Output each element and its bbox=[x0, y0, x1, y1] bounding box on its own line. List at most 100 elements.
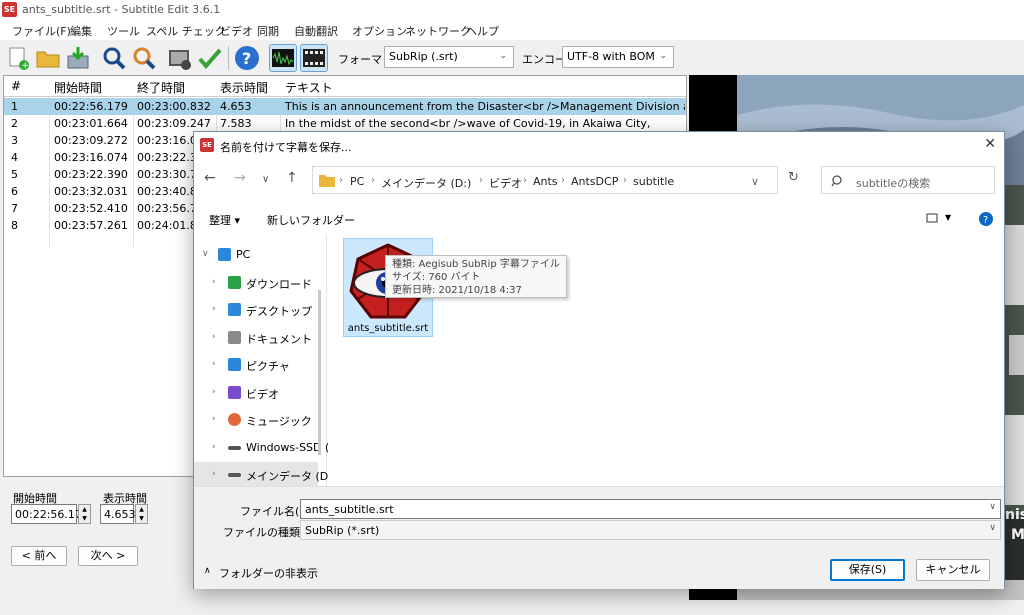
chevron-down-icon[interactable]: ∨ bbox=[751, 175, 759, 188]
sidebar-item[interactable]: ∨ PC bbox=[194, 242, 318, 268]
breadcrumb-item[interactable]: subtitle bbox=[633, 175, 674, 188]
chevron-up-icon[interactable]: ∧ bbox=[204, 566, 211, 576]
filename-input[interactable]: ants_subtitle.srt ∨ bbox=[300, 499, 1001, 519]
row-start-time: 00:23:52.410 bbox=[54, 202, 128, 215]
menu-spellcheck[interactable]: スペル チェック bbox=[146, 23, 226, 39]
help-icon[interactable]: ? bbox=[979, 212, 993, 226]
refresh-icon[interactable]: ↻ bbox=[788, 170, 799, 185]
sidebar-item[interactable]: › ビデオ bbox=[194, 380, 318, 406]
forward-arrow-icon[interactable]: → bbox=[234, 170, 246, 186]
recent-locations-chevron-icon[interactable]: ∨ bbox=[262, 174, 269, 185]
sidebar-item[interactable]: › デスクトップ bbox=[194, 297, 318, 323]
column-header-duration[interactable]: 表示時間 bbox=[220, 79, 268, 96]
chevron-right-icon[interactable]: › bbox=[212, 387, 216, 397]
start-time-input[interactable]: 00:22:56.179 bbox=[11, 504, 89, 524]
caption-fragment: M bbox=[1011, 527, 1024, 543]
sidebar-item[interactable]: › ドキュメント bbox=[194, 325, 318, 351]
breadcrumb-item[interactable]: ビデオ bbox=[489, 175, 522, 191]
file-list[interactable]: ants_subtitle.srt 種類: Aegisub SubRip 字幕フ… bbox=[328, 234, 1004, 486]
document-icon bbox=[228, 330, 241, 344]
row-start-time: 00:22:56.179 bbox=[54, 100, 128, 113]
row-end-time: 00:23:09.247 bbox=[137, 117, 211, 130]
new-file-icon[interactable]: + bbox=[4, 44, 32, 72]
sidebar-item[interactable]: › ダウンロード bbox=[194, 270, 318, 296]
search-input[interactable]: subtitleの検索 bbox=[821, 166, 995, 194]
menu-network[interactable]: ネットワーク bbox=[405, 23, 471, 39]
grid-header: # 開始時間 終了時間 表示時間 テキスト bbox=[4, 76, 686, 97]
replace-icon[interactable] bbox=[130, 44, 158, 72]
subtitle-row[interactable]: 2 00:23:01.664 00:23:09.247 7.583 In the mid… bbox=[4, 115, 686, 132]
toolbar-separator bbox=[228, 46, 229, 70]
next-button[interactable]: 次へ > bbox=[78, 546, 138, 566]
menu-help[interactable]: ヘルプ bbox=[466, 23, 499, 39]
sidebar-item[interactable]: › Windows-SSD ( bbox=[194, 435, 329, 461]
chevron-right-icon[interactable]: › bbox=[212, 414, 216, 424]
row-number: 5 bbox=[11, 168, 18, 181]
folder-icon bbox=[319, 175, 335, 187]
chevron-down-icon[interactable]: ▼ bbox=[945, 213, 951, 222]
cancel-button[interactable]: キャンセル bbox=[916, 559, 990, 581]
chevron-right-icon[interactable]: › bbox=[212, 277, 216, 287]
previous-button[interactable]: < 前へ bbox=[11, 546, 67, 566]
chevron-right-icon[interactable]: › bbox=[212, 304, 216, 314]
sidebar-scrollbar[interactable] bbox=[318, 290, 321, 455]
duration-input[interactable]: 4.653 bbox=[100, 504, 136, 524]
duration-spinner[interactable]: ▲ ▼ bbox=[135, 504, 148, 524]
chevron-down-icon[interactable]: ∨ bbox=[202, 249, 209, 259]
row-start-time: 00:23:16.074 bbox=[54, 151, 128, 164]
up-arrow-icon[interactable]: ↑ bbox=[286, 170, 298, 186]
new-folder-button[interactable]: 新しいフォルダー bbox=[267, 212, 355, 228]
organize-button[interactable]: 整理 ▾ bbox=[209, 212, 240, 228]
column-header-text[interactable]: テキスト bbox=[285, 79, 333, 96]
row-number: 8 bbox=[11, 219, 18, 232]
sidebar-item[interactable]: › ミュージック bbox=[194, 407, 318, 433]
toolbar: + ? フォーマット SubRip (.srt) ⌄ エンコード UTF-8 w… bbox=[0, 40, 1024, 74]
filetype-select[interactable]: SubRip (*.srt) ∨ bbox=[300, 520, 1001, 540]
back-arrow-icon[interactable]: ← bbox=[204, 170, 216, 186]
menu-auto-translate[interactable]: 自動翻訳 bbox=[294, 23, 338, 39]
row-end-time: 00:23:30.76 bbox=[137, 168, 197, 181]
breadcrumb-item[interactable]: Ants bbox=[533, 175, 558, 188]
spellcheck-icon[interactable] bbox=[196, 44, 224, 72]
menu-options[interactable]: オプション bbox=[352, 23, 407, 39]
save-button[interactable]: 保存(S) bbox=[830, 559, 905, 581]
save-icon[interactable] bbox=[64, 44, 92, 72]
row-end-time: 00:23:56.74 bbox=[137, 202, 197, 215]
start-time-spinner[interactable]: ▲ ▼ bbox=[78, 504, 91, 524]
menu-tools[interactable]: ツール bbox=[107, 23, 140, 39]
column-header-end[interactable]: 終了時間 bbox=[137, 79, 185, 96]
chevron-right-icon[interactable]: › bbox=[212, 359, 216, 369]
open-video-icon[interactable] bbox=[166, 44, 194, 72]
breadcrumb-item[interactable]: PC bbox=[350, 175, 364, 188]
sidebar-item[interactable]: › メインデータ (D:) bbox=[194, 462, 336, 488]
menu-file[interactable]: ファイル(F) bbox=[12, 23, 71, 39]
sidebar-item[interactable]: › ピクチャ bbox=[194, 352, 318, 378]
menu-video[interactable]: ビデオ bbox=[220, 23, 253, 39]
waveform-icon[interactable] bbox=[269, 44, 297, 72]
format-select[interactable]: SubRip (.srt) ⌄ bbox=[384, 46, 514, 68]
view-options-icon[interactable] bbox=[926, 213, 938, 224]
find-icon[interactable] bbox=[100, 44, 128, 72]
row-number: 2 bbox=[11, 117, 18, 130]
chevron-right-icon[interactable]: › bbox=[212, 332, 216, 342]
address-bar[interactable]: › PC › メインデータ (D:) › ビデオ › Ants › AntsDC… bbox=[312, 166, 778, 194]
video-player-icon[interactable] bbox=[300, 44, 328, 72]
close-icon[interactable]: ✕ bbox=[984, 136, 996, 152]
menu-edit[interactable]: 編集 bbox=[70, 23, 92, 39]
drive-icon bbox=[228, 445, 241, 450]
encoding-select[interactable]: UTF-8 with BOM ⌄ bbox=[562, 46, 674, 68]
breadcrumb-item[interactable]: メインデータ (D:) bbox=[381, 175, 471, 191]
navigation-pane[interactable]: ∨ PC › ダウンロード › デスクトップ › ドキュメント › ピクチャ › ビデオ › ミュージック… bbox=[194, 234, 336, 488]
column-header-number[interactable]: # bbox=[11, 79, 21, 93]
subtitle-row[interactable]: 1 00:22:56.179 00:23:00.832 4.653 This is an… bbox=[4, 98, 686, 115]
hide-folders-button[interactable]: フォルダーの非表示 bbox=[219, 565, 318, 581]
chevron-right-icon[interactable]: › bbox=[212, 469, 216, 479]
music-icon bbox=[228, 413, 241, 426]
menu-sync[interactable]: 同期 bbox=[257, 23, 279, 39]
column-header-start[interactable]: 開始時間 bbox=[54, 79, 102, 96]
help-icon[interactable]: ? bbox=[233, 44, 261, 72]
open-folder-icon[interactable] bbox=[34, 44, 62, 72]
breadcrumb-item[interactable]: AntsDCP bbox=[571, 175, 618, 188]
chevron-right-icon[interactable]: › bbox=[212, 442, 216, 452]
chevron-down-icon[interactable]: ∨ bbox=[989, 502, 996, 512]
